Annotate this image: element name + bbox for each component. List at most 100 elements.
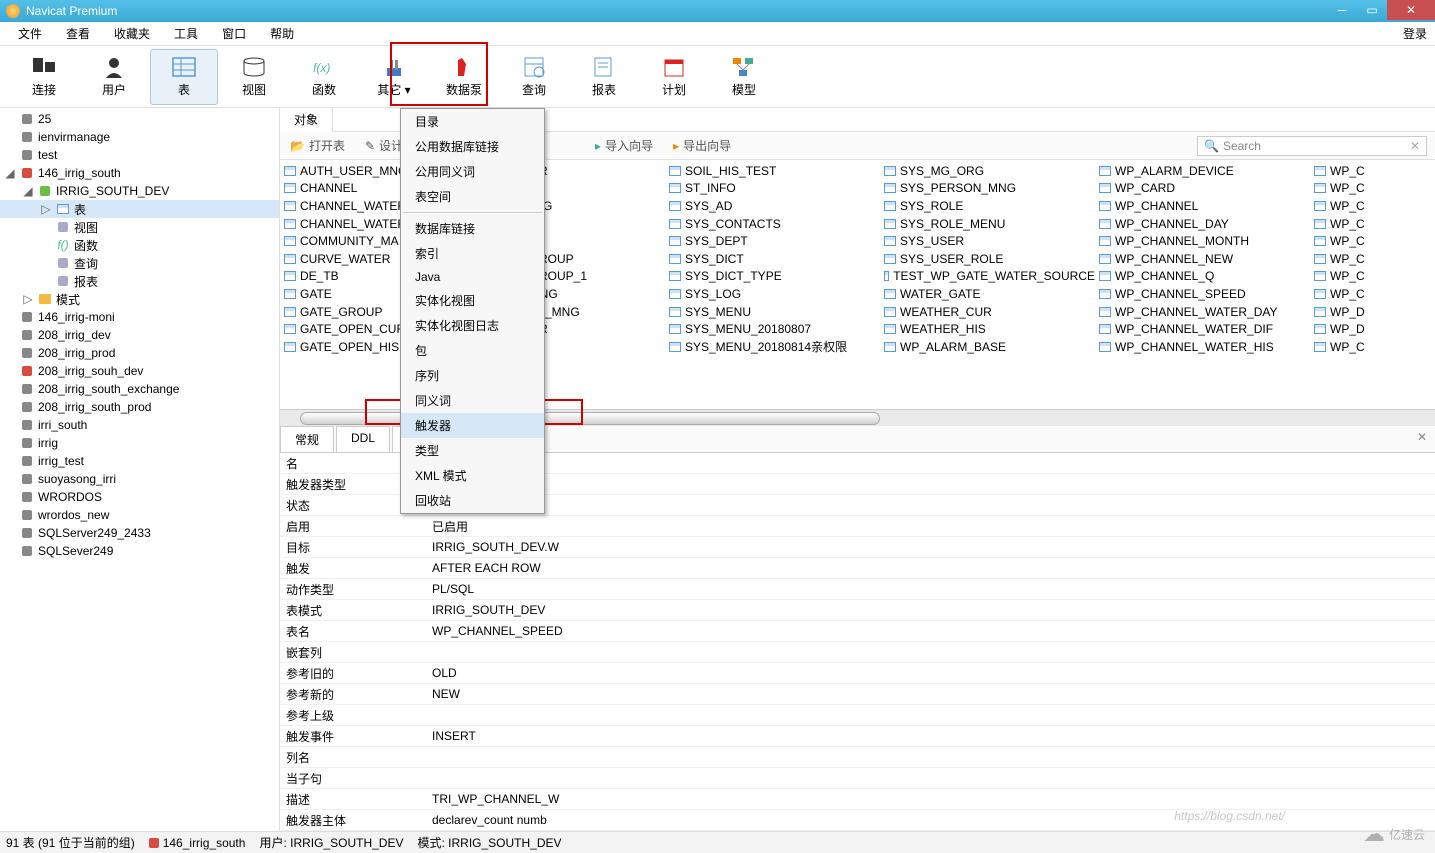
toolbar-视图[interactable]: 视图 bbox=[220, 49, 288, 105]
tree-node[interactable]: 146_irrig-moni bbox=[0, 308, 279, 326]
toolbar-表[interactable]: 表 bbox=[150, 49, 218, 105]
menu-收藏夹[interactable]: 收藏夹 bbox=[102, 22, 162, 45]
dropdown-item[interactable]: Java bbox=[401, 266, 544, 288]
toolbar-连接[interactable]: 连接 bbox=[10, 49, 78, 105]
table-item[interactable]: SYS_MENU_20180807 bbox=[665, 320, 880, 338]
tree-node[interactable]: 208_irrig_souh_dev bbox=[0, 362, 279, 380]
table-item[interactable]: WP_CHANNEL_WATER_HIS bbox=[1095, 338, 1310, 356]
table-item[interactable]: WP_D bbox=[1310, 320, 1370, 338]
table-item[interactable]: WP_C bbox=[1310, 338, 1370, 356]
tree-node[interactable]: SQLServer249_2433 bbox=[0, 524, 279, 542]
table-item[interactable]: SYS_DEPT bbox=[665, 232, 880, 250]
login-link[interactable]: 登录 bbox=[1403, 25, 1427, 42]
dropdown-item[interactable]: 序列 bbox=[401, 363, 544, 388]
others-dropdown[interactable]: 目录公用数据库链接公用同义词表空间数据库链接索引Java实体化视图实体化视图日志… bbox=[400, 108, 545, 514]
toolbar-模型[interactable]: 模型 bbox=[710, 49, 778, 105]
table-item[interactable]: WP_C bbox=[1310, 215, 1370, 233]
table-item[interactable]: SYS_AD bbox=[665, 197, 880, 215]
table-item[interactable]: ST_INFO bbox=[665, 180, 880, 198]
toolbar-用户[interactable]: 用户 bbox=[80, 49, 148, 105]
tree-node[interactable]: 视图 bbox=[0, 218, 279, 236]
table-item[interactable]: WP_CARD bbox=[1095, 180, 1310, 198]
close-button[interactable]: ✕ bbox=[1387, 0, 1435, 20]
dropdown-item[interactable]: 实体化视图日志 bbox=[401, 313, 544, 338]
table-item[interactable]: SYS_DICT_TYPE bbox=[665, 268, 880, 286]
dropdown-item[interactable]: 索引 bbox=[401, 241, 544, 266]
table-item[interactable]: WP_CHANNEL_WATER_DAY bbox=[1095, 303, 1310, 321]
dropdown-item[interactable]: 表空间 bbox=[401, 184, 544, 209]
dropdown-item[interactable]: 公用同义词 bbox=[401, 159, 544, 184]
table-item[interactable]: WP_D bbox=[1310, 303, 1370, 321]
connection-tree[interactable]: 25ienvirmanagetest◢146_irrig_south◢IRRIG… bbox=[0, 108, 280, 831]
open-table-button[interactable]: 📂 打开表 bbox=[286, 135, 349, 156]
detail-tab[interactable]: 常规 bbox=[280, 426, 334, 452]
tree-node[interactable]: 25 bbox=[0, 110, 279, 128]
tree-node[interactable]: 208_irrig_south_prod bbox=[0, 398, 279, 416]
table-item[interactable]: WP_C bbox=[1310, 162, 1370, 180]
table-item[interactable]: SYS_MENU bbox=[665, 303, 880, 321]
table-item[interactable]: SYS_ROLE_MENU bbox=[880, 215, 1095, 233]
tree-node[interactable]: 208_irrig_dev bbox=[0, 326, 279, 344]
dropdown-item[interactable]: 触发器 bbox=[401, 413, 544, 438]
tab-objects[interactable]: 对象 bbox=[280, 108, 333, 132]
table-item[interactable]: WP_C bbox=[1310, 232, 1370, 250]
menu-帮助[interactable]: 帮助 bbox=[258, 22, 306, 45]
maximize-button[interactable]: ▭ bbox=[1357, 0, 1387, 20]
menu-窗口[interactable]: 窗口 bbox=[210, 22, 258, 45]
tree-node[interactable]: suoyasong_irri bbox=[0, 470, 279, 488]
table-item[interactable]: WP_CHANNEL_Q bbox=[1095, 268, 1310, 286]
export-wizard-button[interactable]: ▸ 导出向导 bbox=[669, 135, 735, 156]
menu-工具[interactable]: 工具 bbox=[162, 22, 210, 45]
toolbar-函数[interactable]: f(x)函数 bbox=[290, 49, 358, 105]
tree-node[interactable]: ▷模式 bbox=[0, 290, 279, 308]
tree-node[interactable]: ◢IRRIG_SOUTH_DEV bbox=[0, 182, 279, 200]
close-panel-icon[interactable]: ✕ bbox=[1409, 426, 1435, 452]
table-item[interactable]: SYS_USER bbox=[880, 232, 1095, 250]
table-item[interactable]: WP_CHANNEL_DAY bbox=[1095, 215, 1310, 233]
dropdown-item[interactable]: 包 bbox=[401, 338, 544, 363]
table-item[interactable]: WP_C bbox=[1310, 250, 1370, 268]
table-item[interactable]: WATER_GATE bbox=[880, 285, 1095, 303]
table-item[interactable]: WP_C bbox=[1310, 285, 1370, 303]
dropdown-item[interactable]: 回收站 bbox=[401, 488, 544, 513]
minimize-button[interactable]: ─ bbox=[1327, 0, 1357, 20]
table-item[interactable]: WP_CHANNEL_SPEED bbox=[1095, 285, 1310, 303]
detail-tab[interactable]: DDL bbox=[336, 426, 390, 452]
tree-node[interactable]: 报表 bbox=[0, 272, 279, 290]
tree-node[interactable]: 208_irrig_south_exchange bbox=[0, 380, 279, 398]
tree-node[interactable]: SQLSever249 bbox=[0, 542, 279, 560]
table-item[interactable]: WP_CHANNEL_NEW bbox=[1095, 250, 1310, 268]
tree-node[interactable]: test bbox=[0, 146, 279, 164]
dropdown-item[interactable]: 同义词 bbox=[401, 388, 544, 413]
table-item[interactable]: WP_C bbox=[1310, 197, 1370, 215]
dropdown-item[interactable]: 类型 bbox=[401, 438, 544, 463]
dropdown-item[interactable]: XML 模式 bbox=[401, 463, 544, 488]
table-item[interactable]: SYS_LOG bbox=[665, 285, 880, 303]
menu-查看[interactable]: 查看 bbox=[54, 22, 102, 45]
toolbar-计划[interactable]: 计划 bbox=[640, 49, 708, 105]
table-item[interactable]: SYS_ROLE bbox=[880, 197, 1095, 215]
import-wizard-button[interactable]: ▸ 导入向导 bbox=[591, 135, 657, 156]
table-item[interactable]: SYS_MENU_20180814亲权限 bbox=[665, 338, 880, 356]
table-item[interactable]: SYS_USER_ROLE bbox=[880, 250, 1095, 268]
tree-node[interactable]: irrig bbox=[0, 434, 279, 452]
tree-node[interactable]: 208_irrig_prod bbox=[0, 344, 279, 362]
table-item[interactable]: WP_CHANNEL_WATER_DIF bbox=[1095, 320, 1310, 338]
table-item[interactable]: SYS_DICT bbox=[665, 250, 880, 268]
tree-node[interactable]: ienvirmanage bbox=[0, 128, 279, 146]
tree-node[interactable]: ◢146_irrig_south bbox=[0, 164, 279, 182]
toolbar-查询[interactable]: 查询 bbox=[500, 49, 568, 105]
dropdown-item[interactable]: 目录 bbox=[401, 109, 544, 134]
table-item[interactable]: WP_ALARM_DEVICE bbox=[1095, 162, 1310, 180]
table-item[interactable]: SOIL_HIS_TEST bbox=[665, 162, 880, 180]
table-item[interactable]: TEST_WP_GATE_WATER_SOURCE bbox=[880, 268, 1095, 286]
toolbar-报表[interactable]: 报表 bbox=[570, 49, 638, 105]
dropdown-item[interactable]: 实体化视图 bbox=[401, 288, 544, 313]
search-input[interactable]: 🔍 Search ✕ bbox=[1197, 136, 1427, 156]
tree-node[interactable]: irri_south bbox=[0, 416, 279, 434]
tree-node[interactable]: WRORDOS bbox=[0, 488, 279, 506]
table-item[interactable]: WEATHER_CUR bbox=[880, 303, 1095, 321]
clear-search-icon[interactable]: ✕ bbox=[1410, 139, 1420, 153]
menu-文件[interactable]: 文件 bbox=[6, 22, 54, 45]
tree-node[interactable]: irrig_test bbox=[0, 452, 279, 470]
